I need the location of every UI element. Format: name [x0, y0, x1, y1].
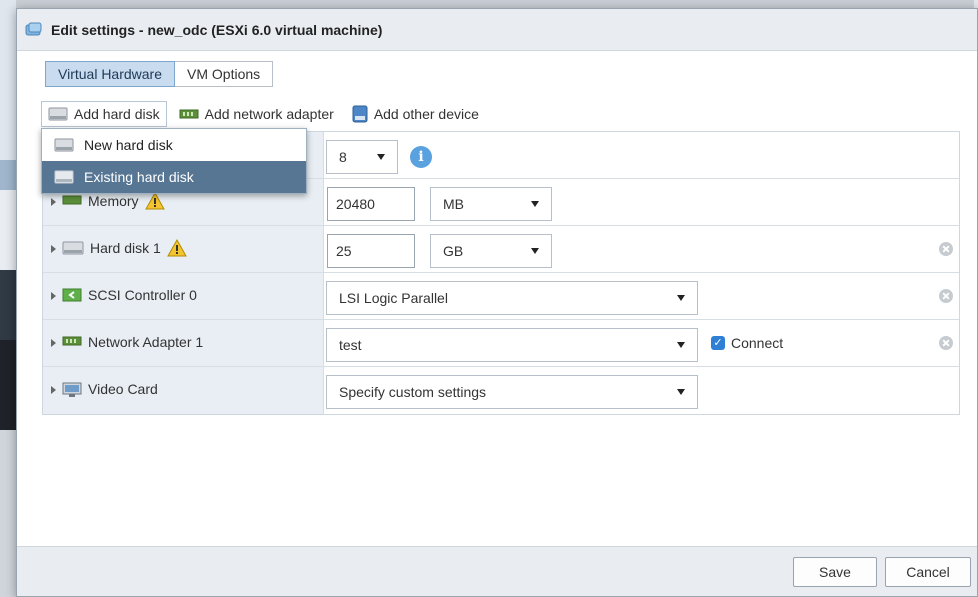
expand-arrow-icon[interactable]: [51, 339, 56, 347]
cancel-button[interactable]: Cancel: [885, 557, 971, 587]
scsi-label: SCSI Controller 0: [88, 287, 197, 303]
hard-disk-icon: [48, 107, 68, 121]
add-network-adapter-button[interactable]: Add network adapter: [173, 101, 340, 127]
network-adapter-icon: [62, 336, 82, 346]
menu-item-label: Existing hard disk: [84, 169, 194, 185]
hard-disk-label-cell[interactable]: Hard disk 1: [43, 226, 324, 272]
scsi-label-cell[interactable]: SCSI Controller 0: [43, 273, 324, 319]
network-label-cell[interactable]: Network Adapter 1: [43, 320, 324, 366]
video-settings-value: Specify custom settings: [339, 384, 487, 400]
add-hard-disk-label: Add hard disk: [74, 106, 160, 122]
warning-icon: [166, 239, 187, 257]
chevron-down-icon: [677, 295, 685, 301]
add-hard-disk-menu: New hard disk Existing hard disk: [41, 128, 307, 194]
dialog-footer: Save Cancel: [17, 546, 977, 596]
chevron-down-icon: [677, 342, 685, 348]
expand-arrow-icon[interactable]: [51, 245, 56, 253]
menu-item-existing-hard-disk[interactable]: Existing hard disk: [42, 161, 306, 193]
memory-label: Memory: [88, 193, 139, 209]
dialog-titlebar: Edit settings - new_odc (ESXi 6.0 virtua…: [17, 9, 977, 51]
add-other-device-label: Add other device: [373, 106, 479, 122]
hardware-toolbar: Add hard disk Add network adapter Add ot…: [41, 101, 491, 127]
video-label: Video Card: [88, 381, 158, 397]
menu-item-label: New hard disk: [84, 137, 173, 153]
table-row-scsi: SCSI Controller 0 LSI Logic Parallel: [43, 273, 959, 320]
tab-virtual-hardware[interactable]: Virtual Hardware: [45, 61, 176, 87]
memory-unit-select[interactable]: MB: [430, 187, 552, 221]
edit-settings-dialog: Edit settings - new_odc (ESXi 6.0 virtua…: [16, 8, 978, 597]
video-label-cell[interactable]: Video Card: [43, 367, 324, 414]
other-device-icon: [352, 105, 368, 123]
network-value: test: [339, 337, 362, 353]
expand-arrow-icon[interactable]: [51, 292, 56, 300]
hard-disk-icon: [54, 170, 74, 184]
network-label: Network Adapter 1: [88, 334, 204, 350]
dialog-title: Edit settings - new_odc (ESXi 6.0 virtua…: [51, 21, 383, 38]
table-row-video: Video Card Specify custom settings: [43, 367, 959, 414]
expand-arrow-icon[interactable]: [51, 386, 56, 394]
chevron-down-icon: [531, 248, 539, 254]
scsi-type-select[interactable]: LSI Logic Parallel: [326, 281, 698, 315]
scsi-controller-icon: [62, 288, 82, 302]
chevron-down-icon: [531, 201, 539, 207]
memory-size-input[interactable]: 20480: [327, 187, 415, 221]
menu-item-new-hard-disk[interactable]: New hard disk: [42, 129, 306, 161]
chevron-down-icon: [377, 154, 385, 160]
network-select[interactable]: test: [326, 328, 698, 362]
tab-vm-options[interactable]: VM Options: [175, 61, 274, 87]
info-icon[interactable]: i: [410, 146, 432, 168]
add-other-device-button[interactable]: Add other device: [346, 101, 485, 127]
table-row-hard-disk: Hard disk 1 25 GB: [43, 226, 959, 273]
scsi-type-value: LSI Logic Parallel: [339, 290, 448, 306]
hard-disk-unit-select[interactable]: GB: [430, 234, 552, 268]
remove-icon[interactable]: [939, 336, 953, 350]
chevron-down-icon: [677, 389, 685, 395]
hard-disk-label: Hard disk 1: [90, 240, 161, 256]
hard-disk-size-input[interactable]: 25: [327, 234, 415, 268]
vm-icon: [25, 22, 42, 35]
connect-checkbox[interactable]: ✓: [711, 336, 725, 350]
background-app-sidebar: [0, 0, 16, 597]
video-card-icon: [62, 382, 82, 397]
add-network-adapter-label: Add network adapter: [204, 106, 334, 122]
add-hard-disk-button[interactable]: Add hard disk: [41, 101, 167, 127]
remove-icon[interactable]: [939, 242, 953, 256]
hard-disk-icon: [54, 138, 74, 152]
hard-disk-unit-value: GB: [443, 243, 464, 259]
warning-icon: [144, 192, 165, 210]
video-settings-select[interactable]: Specify custom settings: [326, 375, 698, 409]
connect-label: Connect: [731, 335, 784, 351]
memory-unit-value: MB: [443, 196, 464, 212]
memory-icon: [62, 195, 82, 205]
remove-icon[interactable]: [939, 289, 953, 303]
cpu-count-value: 8: [339, 149, 347, 165]
table-row-network: Network Adapter 1 test ✓ Connect: [43, 320, 959, 367]
tab-bar: Virtual Hardware VM Options: [45, 61, 274, 87]
expand-arrow-icon[interactable]: [51, 198, 56, 206]
hard-disk-icon: [62, 241, 84, 255]
save-button[interactable]: Save: [793, 557, 877, 587]
network-adapter-icon: [179, 109, 199, 119]
cpu-count-select[interactable]: 8: [326, 140, 398, 174]
background-app-header: [0, 0, 978, 8]
